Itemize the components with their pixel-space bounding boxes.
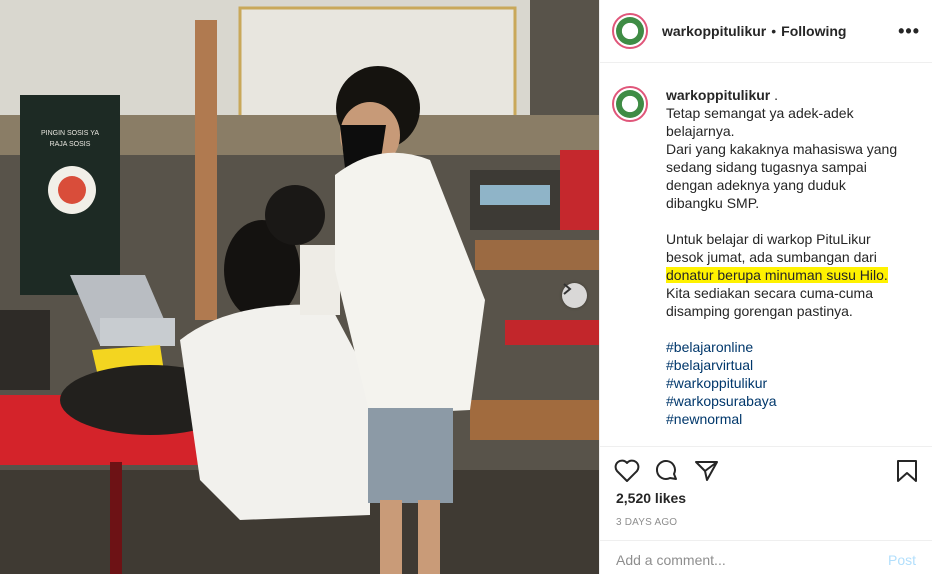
hashtag-link[interactable]: #warkopsurabaya [666,392,906,410]
hashtag-link[interactable]: #warkoppitulikur [666,374,906,392]
hashtag-link[interactable]: #newnormal [666,410,906,428]
header-username[interactable]: warkoppitulikur [662,23,766,39]
caption-line: belajarnya. [666,123,735,139]
hashtag-link[interactable]: #belajarvirtual [666,356,906,374]
caption-avatar[interactable] [612,86,648,122]
caption-line: sedang sidang tugasnya sampai [666,159,867,175]
caption-line: dengan adeknya yang duduk [666,177,846,193]
caption-line: Tetap semangat ya adek-adek [666,105,854,121]
comment-icon[interactable] [654,459,680,488]
caption-line: Dari yang kakaknya mahasiswa yang [666,141,898,157]
share-icon[interactable] [694,459,720,488]
caption-text: warkoppitulikur . Tetap semangat ya adek… [666,86,906,428]
likes-count[interactable]: 2,520 likes [616,490,686,506]
following-button[interactable]: Following [781,23,846,39]
comment-box: Post [600,540,932,575]
highlighted-text: donatur berupa minuman susu Hilo. [666,267,888,283]
bookmark-icon[interactable] [896,459,918,488]
caption-line: Untuk belajar di warkop PituLikur [666,231,871,247]
post-header: warkoppitulikur • Following ••• [600,0,932,63]
caption-username[interactable]: warkoppitulikur [666,87,770,103]
separator-dot: • [771,23,777,39]
comment-input[interactable] [616,552,866,568]
caption-line: Kita sediakan secara cuma-cuma [666,285,873,301]
post-side-panel: warkoppitulikur • Following ••• warkoppi… [599,0,932,574]
caption-username-suffix: . [770,87,779,103]
post-photo[interactable]: PINGIN SOSIS YA RAJA SOSIS [0,0,599,574]
post-date[interactable]: 3 DAYS AGO [616,517,677,528]
caption-line: besok jumat, ada sumbangan dari [666,249,877,265]
brand-logo-icon [616,17,644,45]
caption: warkoppitulikur . Tetap semangat ya adek… [612,86,920,428]
caption-line: dibangku SMP. [666,195,760,211]
hashtag-link[interactable]: #belajaronline [666,338,906,356]
caption-line: disamping gorengan pastinya. [666,303,853,319]
post-comment-button[interactable]: Post [888,552,916,568]
chevron-right-icon [563,283,572,295]
next-photo-button[interactable] [562,283,587,308]
poster-text-2: RAJA SOSIS [50,141,91,148]
photo-scene: PINGIN SOSIS YA RAJA SOSIS [0,0,599,574]
poster-text-1: PINGIN SOSIS YA [41,130,99,137]
avatar[interactable] [612,13,648,49]
brand-logo-icon [616,90,644,118]
more-options-icon[interactable]: ••• [898,21,920,42]
heart-icon[interactable] [614,459,640,488]
action-bar [600,446,932,495]
